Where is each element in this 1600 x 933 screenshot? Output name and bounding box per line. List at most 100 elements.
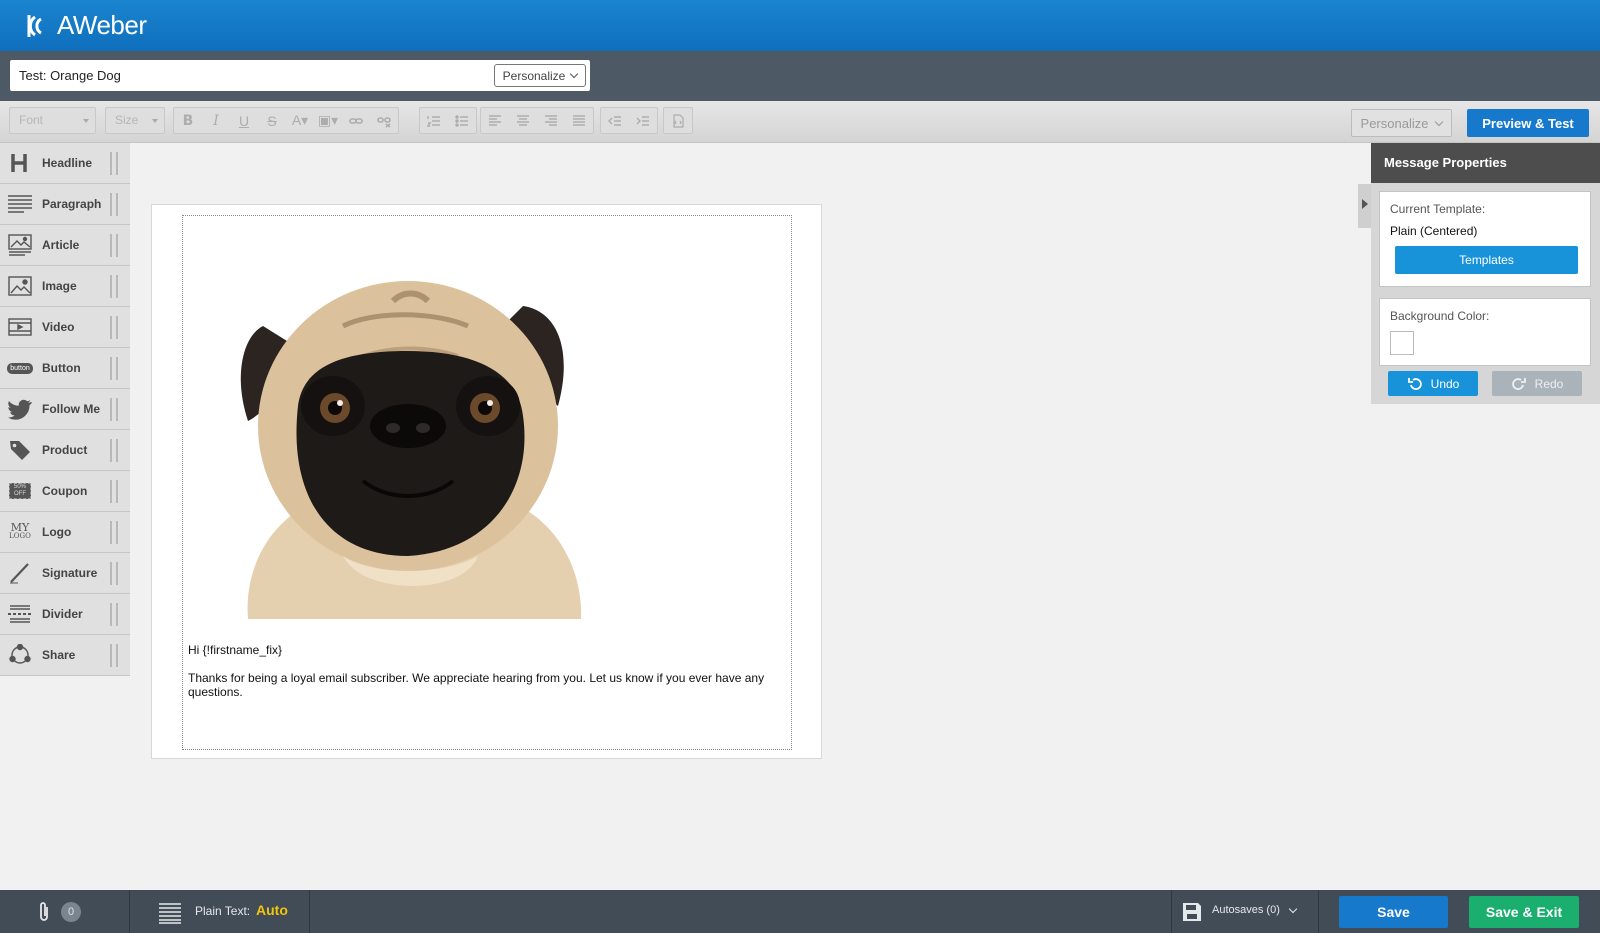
sidebar-item-label: Coupon: [42, 484, 88, 498]
sidebar-item-headline[interactable]: Headline: [0, 143, 130, 184]
message-body[interactable]: Hi {!firstname_fix} Thanks for being a l…: [182, 215, 792, 750]
drag-handle[interactable]: [110, 521, 118, 544]
aweber-logo[interactable]: AWeber: [25, 10, 147, 41]
subject-field-wrapper: Personalize: [10, 60, 590, 91]
justify-button[interactable]: [565, 108, 593, 133]
message-canvas: Hi {!firstname_fix} Thanks for being a l…: [151, 204, 822, 759]
sidebar-item-label: Divider: [42, 607, 83, 621]
source-code-button[interactable]: [664, 108, 692, 133]
redo-icon: [1511, 377, 1526, 390]
drag-handle[interactable]: [110, 316, 118, 339]
underline-icon: U: [238, 112, 250, 129]
drag-handle[interactable]: [110, 234, 118, 257]
templates-button[interactable]: Templates: [1395, 246, 1578, 274]
message-paragraph[interactable]: Thanks for being a loyal email subscribe…: [188, 671, 778, 699]
redo-label: Redo: [1534, 376, 1564, 391]
list-group: [419, 107, 477, 134]
drag-handle[interactable]: [110, 480, 118, 503]
subject-personalize-button[interactable]: Personalize: [494, 64, 586, 87]
toolbar-personalize-button[interactable]: Personalize: [1351, 109, 1452, 137]
plain-text-mode[interactable]: Auto: [256, 902, 288, 918]
justify-icon: [573, 114, 585, 126]
align-left-button[interactable]: [481, 108, 509, 133]
chevron-down-icon: [570, 69, 579, 79]
sidebar-item-label: Video: [42, 320, 75, 334]
drag-handle[interactable]: [110, 439, 118, 462]
background-color-swatch[interactable]: [1390, 331, 1414, 355]
footer-bar: 0 Plain Text: Auto Autosaves (0) Save Sa…: [0, 890, 1600, 933]
sidebar-item-product[interactable]: Product: [0, 430, 130, 471]
video-icon: [8, 316, 32, 338]
drag-handle[interactable]: [110, 398, 118, 421]
sidebar-item-article[interactable]: Article: [0, 225, 130, 266]
sidebar-item-follow-me[interactable]: Follow Me: [0, 389, 130, 430]
message-greeting[interactable]: Hi {!firstname_fix}: [188, 643, 282, 657]
sidebar-item-paragraph[interactable]: Paragraph: [0, 184, 130, 225]
drag-handle[interactable]: [110, 152, 118, 175]
sidebar-item-button[interactable]: button Button: [0, 348, 130, 389]
bullet-list-button[interactable]: [448, 108, 476, 133]
text-color-button[interactable]: A▾: [286, 108, 314, 133]
coupon-icon: 50% OFF: [8, 480, 32, 502]
drag-handle[interactable]: [110, 357, 118, 380]
bold-button[interactable]: B: [174, 108, 202, 133]
ordered-list-button[interactable]: [420, 108, 448, 133]
save-exit-button[interactable]: Save & Exit: [1469, 896, 1579, 928]
size-select[interactable]: Size: [105, 107, 165, 134]
drag-handle[interactable]: [110, 562, 118, 585]
background-color-button[interactable]: ▣▾: [314, 108, 342, 133]
indent-icon: [636, 115, 649, 126]
sidebar-item-divider[interactable]: Divider: [0, 594, 130, 635]
template-value: Plain (Centered): [1390, 224, 1478, 238]
sidebar-item-share[interactable]: Share: [0, 635, 130, 676]
sidebar-item-label: Product: [42, 443, 88, 457]
drag-handle[interactable]: [110, 275, 118, 298]
coupon-icon-text: 50% OFF: [9, 483, 31, 499]
share-icon: [8, 644, 32, 666]
sidebar-item-logo[interactable]: MY LOGO Logo: [0, 512, 130, 553]
pug-dog-image[interactable]: [223, 256, 593, 619]
align-right-button[interactable]: [537, 108, 565, 133]
preview-test-button[interactable]: Preview & Test: [1467, 109, 1589, 137]
undo-button[interactable]: Undo: [1388, 371, 1478, 396]
background-color-card: Background Color:: [1379, 298, 1591, 366]
align-center-button[interactable]: [509, 108, 537, 133]
paperclip-icon[interactable]: [37, 901, 51, 923]
indent-group: [600, 107, 658, 134]
drag-handle[interactable]: [110, 603, 118, 626]
link-button[interactable]: [342, 108, 370, 133]
alignment-group: [480, 107, 594, 134]
drag-handle[interactable]: [110, 193, 118, 216]
sidebar-item-signature[interactable]: Signature: [0, 553, 130, 594]
footer-divider: [129, 890, 130, 933]
ordered-list-icon: [427, 115, 440, 127]
outdent-button[interactable]: [601, 108, 629, 133]
drag-handle[interactable]: [110, 644, 118, 667]
autosaves-dropdown[interactable]: Autosaves (0): [1212, 904, 1298, 916]
template-label: Current Template:: [1390, 202, 1486, 216]
unlink-button[interactable]: [370, 108, 398, 133]
sidebar-item-label: Follow Me: [42, 402, 100, 416]
properties-collapse-toggle[interactable]: [1358, 184, 1372, 228]
sidebar-item-coupon[interactable]: 50% OFF Coupon: [0, 471, 130, 512]
logo-icon: MY LOGO: [8, 521, 32, 543]
sidebar-item-video[interactable]: Video: [0, 307, 130, 348]
bullet-list-icon: [455, 114, 468, 127]
save-button[interactable]: Save: [1339, 896, 1448, 928]
indent-button[interactable]: [629, 108, 657, 133]
redo-button[interactable]: Redo: [1492, 371, 1582, 396]
plain-text-icon[interactable]: [158, 902, 182, 924]
italic-button[interactable]: I: [202, 108, 230, 133]
template-card: Current Template: Plain (Centered) Templ…: [1379, 191, 1591, 287]
brand-bar: AWeber: [0, 0, 1600, 51]
footer-divider: [1171, 890, 1172, 933]
subject-input[interactable]: [10, 60, 480, 91]
save-disk-icon: [1183, 903, 1201, 921]
button-icon: button: [7, 357, 33, 379]
underline-button[interactable]: U: [230, 108, 258, 133]
link-icon: [349, 117, 363, 124]
strikethrough-icon: S: [267, 112, 277, 129]
font-select[interactable]: Font: [9, 107, 96, 134]
strikethrough-button[interactable]: S: [258, 108, 286, 133]
sidebar-item-image[interactable]: Image: [0, 266, 130, 307]
